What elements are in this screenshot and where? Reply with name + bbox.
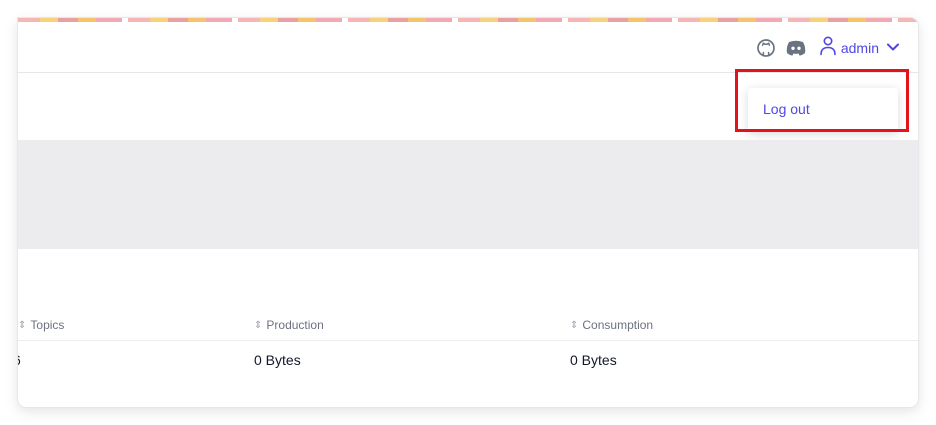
column-label: Topics — [30, 318, 65, 332]
table-row: 6 0 Bytes 0 Bytes — [18, 341, 918, 379]
table-header: ⇕ Topics ⇕ Production ⇕ Consumption — [18, 312, 918, 341]
chevron-down-icon — [886, 39, 900, 57]
username-label: admin — [840, 40, 879, 56]
app-window: admin Log out ⇕ Topics ⇕ Production ⇕ Co… — [18, 18, 918, 407]
header-actions: admin — [755, 35, 900, 61]
user-dropdown-menu: Log out — [748, 88, 898, 132]
discord-icon[interactable] — [785, 37, 807, 59]
top-header: admin — [18, 22, 918, 73]
column-header-topics[interactable]: ⇕ Topics — [18, 318, 64, 332]
production-cell: 0 Bytes — [254, 352, 301, 368]
github-icon[interactable] — [755, 37, 777, 59]
topics-cell: 6 — [18, 352, 21, 368]
column-label: Consumption — [582, 318, 654, 332]
user-menu[interactable]: admin — [819, 35, 900, 61]
column-header-consumption[interactable]: ⇕ Consumption — [570, 318, 653, 332]
sort-icon: ⇕ — [570, 319, 579, 331]
consumption-cell: 0 Bytes — [570, 352, 617, 368]
column-label: Production — [266, 318, 324, 332]
sort-icon: ⇕ — [18, 319, 27, 331]
summary-band — [18, 140, 918, 249]
stats-table: ⇕ Topics ⇕ Production ⇕ Consumption 6 0 … — [18, 312, 918, 379]
sort-icon: ⇕ — [254, 319, 263, 331]
user-icon — [819, 35, 837, 61]
column-header-production[interactable]: ⇕ Production — [254, 318, 324, 332]
logout-menu-item[interactable]: Log out — [748, 88, 898, 132]
